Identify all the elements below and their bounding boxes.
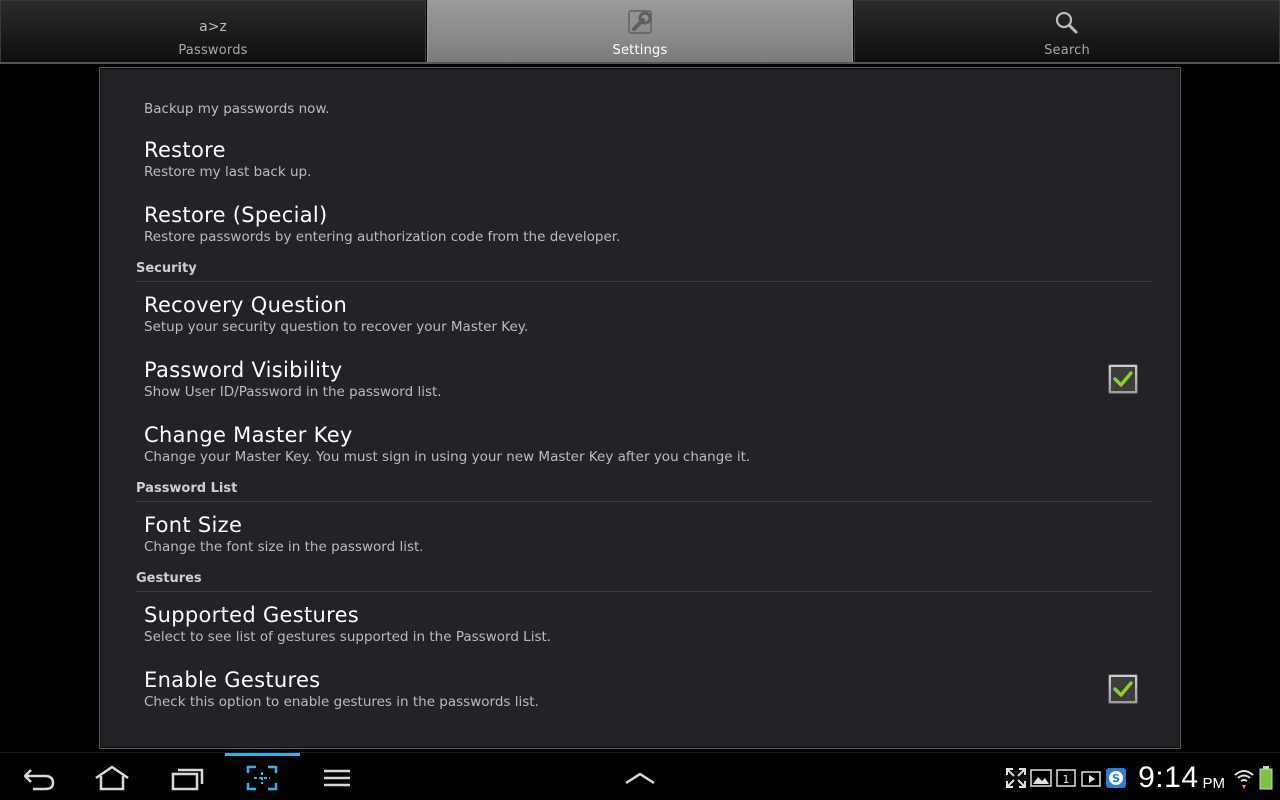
tab-settings[interactable]: Settings — [427, 0, 853, 62]
status-icons[interactable]: 1 S 9:14 PM — [1005, 761, 1280, 795]
wifi-icon — [1233, 767, 1255, 789]
mini-apps-tray-button[interactable] — [618, 761, 662, 795]
play-store-icon — [1080, 767, 1102, 789]
pref-restore[interactable]: Restore Restore my last back up. — [144, 137, 1144, 181]
search-icon — [1052, 9, 1082, 37]
screen-capture-icon — [246, 765, 278, 791]
pref-restore-title: Restore — [144, 138, 226, 162]
tab-passwords[interactable]: a>z Passwords — [0, 0, 426, 62]
home-icon — [95, 765, 129, 791]
tab-settings-label: Settings — [612, 43, 668, 58]
category-password-list: Password List — [136, 480, 1152, 502]
pref-enable-gestures-title: Enable Gestures — [144, 668, 321, 692]
calendar-notification-icon: 1 — [1055, 767, 1077, 789]
pref-recovery-question[interactable]: Recovery Question Setup your security qu… — [144, 292, 1144, 336]
category-gestures: Gestures — [136, 570, 1152, 592]
clock-time: 9:14 — [1138, 761, 1199, 794]
pref-change-master-key-summary: Change your Master Key. You must sign in… — [144, 449, 751, 465]
pref-restore-summary: Restore my last back up. — [144, 164, 312, 180]
chevron-up-icon — [625, 772, 655, 785]
tab-passwords-label: Passwords — [178, 43, 248, 58]
back-icon — [23, 769, 55, 791]
pref-font-size-title: Font Size — [144, 513, 243, 537]
category-security: Security — [136, 260, 1152, 282]
svg-text:1: 1 — [1063, 773, 1070, 786]
pref-password-visibility-title: Password Visibility — [144, 358, 343, 382]
system-bar: 1 S 9:14 PM — [0, 752, 1280, 800]
tab-bar: a>z Passwords Settings Search — [0, 0, 1280, 62]
pref-enable-gestures-summary: Check this option to enable gestures in … — [144, 694, 539, 710]
menu-icon — [324, 769, 350, 787]
pref-password-visibility-summary: Show User ID/Password in the password li… — [144, 384, 442, 400]
pref-font-size-summary: Change the font size in the password lis… — [144, 539, 424, 555]
pref-backup-summary: Backup my passwords now. — [144, 101, 330, 117]
pref-recovery-question-summary: Setup your security question to recover … — [144, 319, 529, 335]
pref-password-visibility[interactable]: Password Visibility Show User ID/Passwor… — [144, 357, 1144, 401]
gallery-notification-icon — [1030, 767, 1052, 789]
recent-apps-icon — [171, 768, 204, 791]
pref-change-master-key[interactable]: Change Master Key Change your Master Key… — [144, 422, 1144, 466]
pref-recovery-question-title: Recovery Question — [144, 293, 348, 317]
active-app-indicator — [225, 753, 300, 756]
pref-backup[interactable]: Backup my passwords now. — [144, 100, 1144, 118]
clock-ampm: PM — [1202, 774, 1226, 792]
home-button[interactable] — [90, 761, 134, 795]
az-sort-icon: a>z — [199, 19, 227, 35]
pref-change-master-key-title: Change Master Key — [144, 423, 353, 447]
wrench-icon — [625, 9, 655, 37]
checkmark-icon — [1113, 371, 1133, 387]
menu-button[interactable] — [315, 761, 359, 795]
tab-divider — [0, 62, 1280, 64]
settings-list[interactable]: Backup my passwords now. Restore Restore… — [99, 67, 1181, 749]
enable-gestures-checkbox[interactable] — [1108, 674, 1138, 704]
battery-icon — [1258, 766, 1274, 790]
password-visibility-checkbox[interactable] — [1108, 364, 1138, 394]
pref-enable-gestures[interactable]: Enable Gestures Check this option to ena… — [144, 667, 1144, 711]
pref-restore-special-title: Restore (Special) — [144, 203, 328, 227]
tab-search-label: Search — [1044, 43, 1090, 58]
pref-font-size[interactable]: Font Size Change the font size in the pa… — [144, 512, 1144, 556]
screenshot-button[interactable] — [240, 761, 284, 795]
recent-apps-button[interactable] — [165, 761, 209, 795]
expand-icon — [1005, 767, 1027, 789]
tab-search[interactable]: Search — [854, 0, 1280, 62]
pref-supported-gestures-summary: Select to see list of gestures supported… — [144, 629, 552, 645]
skype-icon: S — [1105, 767, 1127, 789]
pref-restore-special-summary: Restore passwords by entering authorizat… — [144, 229, 621, 245]
checkmark-icon — [1113, 681, 1133, 697]
pref-restore-special[interactable]: Restore (Special) Restore passwords by e… — [144, 202, 1144, 246]
pref-supported-gestures-title: Supported Gestures — [144, 603, 360, 627]
svg-text:S: S — [1112, 772, 1120, 785]
back-button[interactable] — [17, 761, 61, 795]
pref-supported-gestures[interactable]: Supported Gestures Select to see list of… — [144, 602, 1144, 646]
